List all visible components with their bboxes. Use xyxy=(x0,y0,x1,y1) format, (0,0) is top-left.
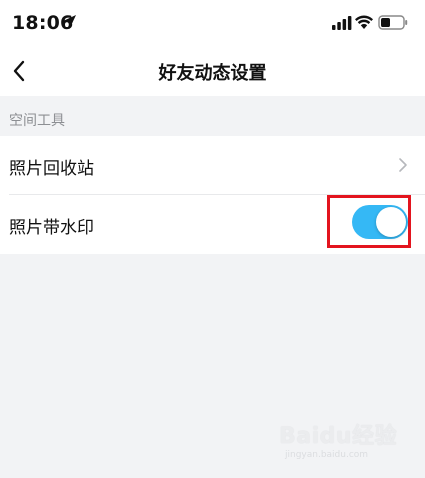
photo-recycle-bin-row[interactable]: 照片回收站 xyxy=(0,136,425,195)
wifi-icon xyxy=(355,15,373,29)
photo-watermark-label: 照片带水印 xyxy=(9,218,94,238)
chevron-right-icon xyxy=(399,158,407,172)
watermark-logo: Baidu经验 xyxy=(279,424,398,449)
location-arrow-icon xyxy=(62,15,76,29)
watermark-url: jingyan.baidu.com xyxy=(285,450,369,460)
photo-watermark-toggle[interactable] xyxy=(352,205,408,239)
signal-icon xyxy=(332,16,352,30)
status-bar: 18:06 xyxy=(0,0,425,44)
page-title: 好友动态设置 xyxy=(158,63,267,84)
baidu-watermark: Baidu经验 jingyan.baidu.com xyxy=(279,418,399,468)
section-header: 空间工具 xyxy=(0,96,425,136)
nav-bar: 好友动态设置 xyxy=(0,44,425,96)
battery-icon xyxy=(378,15,408,30)
section-header-label: 空间工具 xyxy=(9,113,65,129)
photo-recycle-bin-label: 照片回收站 xyxy=(9,159,94,179)
toggle-knob xyxy=(376,207,406,237)
